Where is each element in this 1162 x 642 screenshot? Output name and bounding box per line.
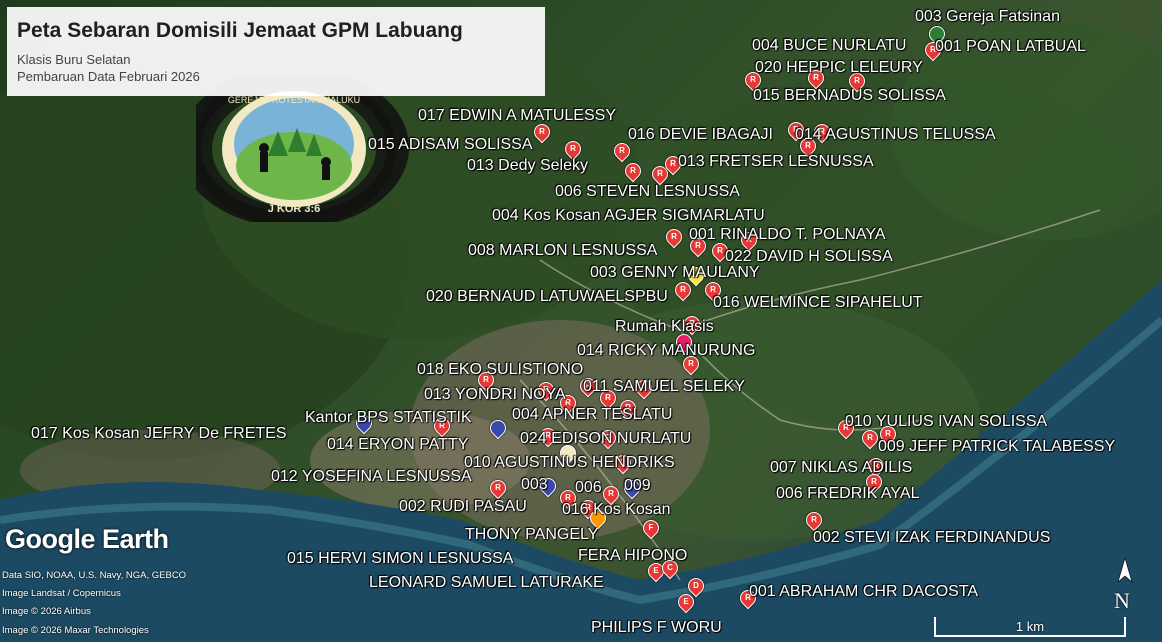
placemark-label[interactable]: 004 APNER TESLATU: [512, 406, 672, 424]
north-label: N: [1114, 588, 1130, 613]
placemark-label[interactable]: Kantor BPS STATISTIK: [305, 409, 472, 427]
scale-label: 1 km: [1015, 619, 1045, 634]
placemark-label[interactable]: 017 EDWIN A MATULESSY: [418, 107, 616, 125]
placemark-label[interactable]: 024 EDISON NURLATU: [520, 430, 691, 448]
placemark-label[interactable]: PHILIPS F WORU: [591, 619, 722, 637]
map-subtitle: Klasis Buru Selatan: [17, 52, 131, 67]
placemark-label[interactable]: 009 JEFF PATRICK TALABESSY: [878, 438, 1115, 456]
imagery-credit: Image Landsat / Copernicus: [2, 588, 121, 599]
placemark-label[interactable]: 004 Kos Kosan AGJER SIGMARLATU: [492, 207, 765, 225]
imagery-credit: Data SIO, NOAA, U.S. Navy, NGA, GEBCO: [2, 570, 187, 581]
placemark-label[interactable]: 013 Dedy Seleky: [467, 157, 588, 175]
logo-ring-text: GEREJA PROTESTAN MALUKU: [228, 95, 360, 105]
placemark-label[interactable]: 012 YOSEFINA LESNUSSA: [271, 468, 472, 486]
imagery-credit: Image © 2026 Maxar Technologies: [2, 625, 149, 636]
placemark-label[interactable]: 020 HEPPIC LELEURY: [755, 59, 923, 77]
placemark-label[interactable]: 001 POAN LATBUAL: [935, 38, 1086, 56]
placemark-label[interactable]: 015 BERNADUS SOLISSA: [753, 87, 946, 105]
placemark-label[interactable]: 003: [521, 476, 548, 494]
placemark-label[interactable]: 002 RUDI PASAU: [399, 498, 527, 516]
placemark-label[interactable]: 013 YONDRI NOYA: [424, 386, 566, 404]
placemark-label[interactable]: 010 YULIUS IVAN SOLISSA: [845, 413, 1047, 431]
placemark-label[interactable]: 001 RINALDO T. POLNAYA: [689, 226, 886, 244]
placemark-label[interactable]: 004 BUCE NURLATU: [752, 37, 906, 55]
placemark-label[interactable]: 018 EKO SULISTIONO: [417, 361, 583, 379]
placemark-label[interactable]: 003 Gereja Fatsinan: [915, 8, 1060, 26]
placemark-label[interactable]: 017 Kos Kosan JEFRY De FRETES: [31, 425, 287, 443]
placemark-label[interactable]: 015 HERVI SIMON LESNUSSA: [287, 550, 513, 568]
imagery-credit: Image © 2026 Airbus: [2, 606, 91, 617]
placemark-label[interactable]: FERA HIPONO: [578, 547, 687, 565]
placemark-label[interactable]: 009: [624, 477, 651, 495]
placemark-label[interactable]: 001 ABRAHAM CHR DACOSTA: [749, 583, 978, 601]
placemark-label[interactable]: 003 GENNY MAULANY: [590, 264, 760, 282]
placemark-label[interactable]: 008 MARLON LESNUSSA: [468, 242, 657, 260]
placemark-label[interactable]: Rumah Klasis: [615, 318, 714, 336]
placemark-label[interactable]: 013 FRETSER LESNUSSA: [678, 153, 874, 171]
scale-bar: 1 km: [934, 617, 1126, 637]
placemark-label[interactable]: LEONARD SAMUEL LATURAKE: [369, 574, 604, 592]
placemark-label[interactable]: 014 RICKY MANURUNG: [577, 342, 755, 360]
map-title: Peta Sebaran Domisili Jemaat GPM Labuang: [17, 19, 463, 42]
placemark-label[interactable]: 014 ERYON PATTY: [327, 436, 468, 454]
placemark-label[interactable]: 020 BERNAUD LATUWAELSPBU: [426, 288, 668, 306]
placemark-label[interactable]: 014 AGUSTINUS TELUSSA: [795, 126, 996, 144]
logo-ring-bottom: J KOR 3:6: [268, 203, 321, 215]
google-earth-logo: Google Earth: [5, 524, 169, 554]
placemark-label[interactable]: 006 FREDRIK AYAL: [776, 485, 919, 503]
placemark-label[interactable]: 016 WELMINCE SIPAHELUT: [713, 294, 923, 312]
title-panel: Peta Sebaran Domisili Jemaat GPM Labuang…: [7, 7, 545, 96]
placemark-label[interactable]: 002 STEVI IZAK FERDINANDUS: [813, 529, 1050, 547]
placemark-label[interactable]: 006 STEVEN LESNUSSA: [555, 183, 740, 201]
placemark-label[interactable]: 016 DEVIE IBAGAJI: [628, 126, 773, 144]
map-view[interactable]: GEREJA PROTESTAN MALUKU J KOR 3:6 Peta S…: [0, 0, 1162, 642]
placemark-label[interactable]: 010 AGUSTINUS HENDRIKS: [464, 454, 675, 472]
placemark-label[interactable]: 016 Kos Kosan: [562, 501, 671, 519]
placemark-label[interactable]: 011 SAMUEL SELEKY: [583, 378, 745, 396]
placemark-label[interactable]: 015 ADISAM SOLISSA: [368, 136, 533, 154]
placemark-label[interactable]: THONY PANGELY: [465, 526, 598, 544]
placemark-label[interactable]: 007 NIKLAS ADILIS: [770, 459, 912, 477]
placemark-label[interactable]: 006: [575, 479, 602, 497]
update-note: Pembaruan Data Februari 2026: [17, 69, 200, 84]
